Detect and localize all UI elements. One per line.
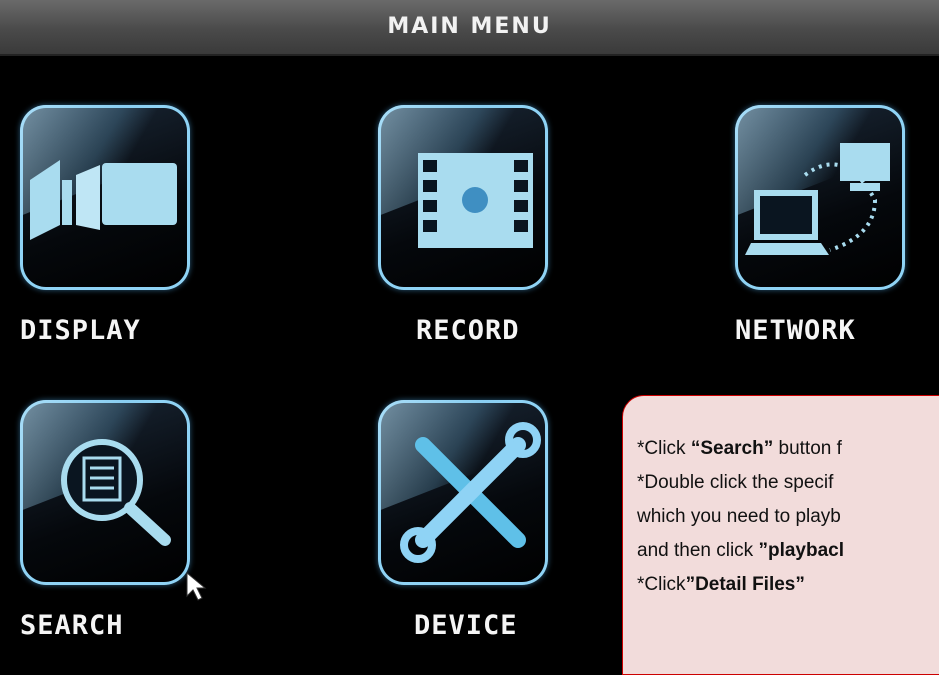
note-line-3: which you need to playb [637,506,841,527]
note-line-1: *Click “Search” button f [637,438,842,459]
menu-item-label: RECORD [416,315,520,346]
window-title: MAIN MENU [387,14,552,39]
menu-item-network[interactable]: NETWORK [735,105,939,346]
search-icon [20,400,190,585]
note-line-4: and then click ”playbacl [637,540,845,561]
film-strip-icon [378,105,548,290]
menu-item-label: NETWORK [735,315,856,346]
mouse-cursor-icon [186,572,207,601]
tools-icon [378,400,548,585]
menu-item-display[interactable]: DISPLAY [20,105,210,346]
display-icon [20,105,190,290]
menu-item-device[interactable]: DEVICE [378,400,568,641]
menu-item-label: SEARCH [20,610,124,641]
menu-item-label: DEVICE [414,610,518,641]
instruction-callout: *Click “Search” button f *Double click t… [622,395,939,675]
menu-item-search[interactable]: SEARCH [20,400,210,641]
menu-item-record[interactable]: RECORD [378,105,568,346]
note-line-2: *Double click the specif [637,472,834,493]
menu-item-label: DISPLAY [20,315,141,346]
note-line-5: *Click”Detail Files” [637,574,805,595]
title-bar: MAIN MENU [0,0,939,56]
network-icon [735,105,905,290]
